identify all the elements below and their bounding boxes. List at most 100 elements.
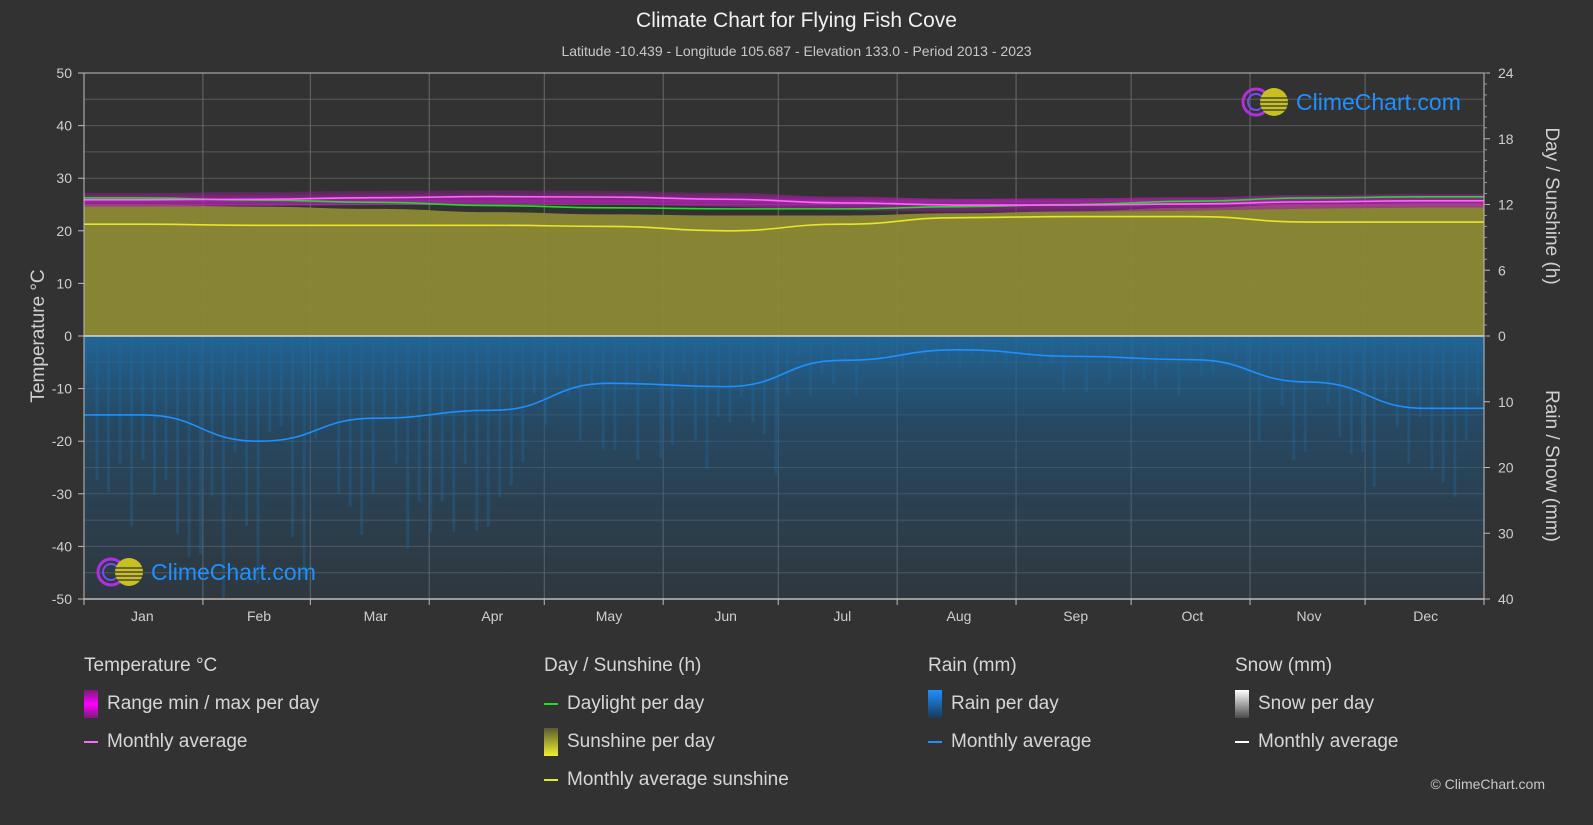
rain-day-bar (693, 336, 697, 441)
legend-label: Monthly average (1258, 731, 1399, 752)
month-label: Mar (364, 608, 388, 624)
rain-day-bar (716, 336, 720, 417)
rain-day-bar (1269, 336, 1273, 370)
rain-day-bar (521, 336, 525, 463)
rain-day-bar (279, 336, 283, 426)
legend-label: Snow per day (1258, 693, 1375, 714)
month-label: Nov (1297, 608, 1322, 624)
legend-item: Daylight per day (544, 690, 789, 718)
rain-day-bar (452, 336, 456, 533)
rain-day-bar (291, 336, 295, 537)
rain-day-bar (1039, 336, 1043, 367)
legend-item: Range min / max per day (84, 690, 319, 718)
legend-label: Monthly average (951, 731, 1092, 752)
rain-day-bar (187, 336, 191, 557)
month-label: Jun (714, 608, 737, 624)
legend-label: Monthly average sunshine (567, 769, 789, 790)
rain-day-bar (394, 336, 398, 464)
rain-day-bar (728, 336, 732, 423)
rain-day-bar (601, 336, 605, 450)
rain-day-bar (1384, 336, 1388, 398)
legend-title: Temperature °C (84, 655, 218, 676)
rain-day-bar (95, 336, 99, 481)
legend-item: Monthly average (928, 728, 1091, 756)
month-label: Dec (1413, 608, 1438, 624)
rain-day-bar (118, 336, 122, 464)
rain-day-bar (1464, 336, 1468, 441)
legend-title: Rain (mm) (928, 655, 1017, 676)
left-tick-label: -40 (52, 538, 72, 554)
rain-day-bar (877, 336, 881, 357)
rain-day-bar (1050, 336, 1054, 364)
legend-item: Sunshine per day (544, 728, 789, 756)
rain-day-bar (1188, 336, 1192, 363)
rain-day-bar (774, 336, 778, 475)
rain-day-bar (1349, 336, 1353, 454)
rain-day-bar (486, 336, 490, 527)
rain-day-bar (1016, 336, 1020, 348)
legend-snow: Snow (mm) Snow per day Monthly average (1235, 652, 1398, 766)
logo-top: ClimeChart.com (1240, 86, 1461, 118)
rain-day-bar (1280, 336, 1284, 407)
month-label: Apr (481, 608, 503, 624)
rain-day-bar (912, 336, 916, 345)
rain-day-bar (924, 336, 927, 364)
right-axis-title-bottom: Rain / Snow (mm) (1541, 390, 1562, 542)
month-label: Feb (247, 608, 271, 624)
snow-swatch (1235, 690, 1249, 718)
rain-day-bar (1154, 336, 1158, 390)
legend-item: Monthly average (84, 728, 319, 756)
rain-day-bar (440, 336, 444, 502)
rain-day-bar (371, 336, 375, 493)
left-tick-label: 10 (56, 275, 72, 291)
legend-label: Monthly average (107, 731, 248, 752)
rain-day-bar (348, 336, 352, 507)
rain-day-bar (866, 336, 870, 358)
rain-day-bar (854, 336, 858, 395)
rain-avg-swatch (928, 741, 942, 743)
rain-day-bar (1395, 336, 1399, 428)
rain-day-bar (670, 336, 674, 446)
rain-day-bar (647, 336, 651, 372)
legend-item: Rain per day (928, 690, 1091, 718)
rain-day-bar (1430, 336, 1434, 470)
rain-day-bar (785, 336, 789, 395)
right-top-tick-label: 24 (1498, 65, 1514, 81)
rain-day-bar (567, 336, 571, 397)
left-tick-label: 20 (56, 223, 72, 239)
rain-day-bar (314, 336, 318, 439)
rain-day-bar (302, 336, 306, 579)
rain-day-bar (532, 336, 536, 395)
left-tick-label: 0 (64, 328, 72, 344)
rain-day-bar (1338, 336, 1342, 437)
sunshine-swatch (544, 728, 558, 756)
rain-day-bar (210, 336, 214, 496)
right-top-tick-label: 6 (1498, 262, 1506, 278)
rain-day-bar (1453, 336, 1457, 498)
right-bottom-tick-label: 10 (1498, 394, 1514, 410)
climechart-logo-icon (96, 557, 143, 587)
rain-day-bar (751, 336, 755, 423)
legend-title: Day / Sunshine (h) (544, 655, 702, 676)
rain-day-bar (1418, 336, 1422, 418)
left-tick-label: 40 (56, 118, 72, 134)
month-label: Aug (947, 608, 972, 624)
rain-day-bar (705, 336, 709, 470)
logo-bottom: ClimeChart.com (95, 556, 316, 588)
rain-day-bar (1292, 336, 1296, 461)
rain-day-bar (1476, 336, 1480, 397)
rain-day-bar (1315, 336, 1319, 372)
rain-day-bar (325, 336, 329, 389)
rain-day-bar (590, 336, 594, 388)
month-label: Jul (833, 608, 851, 624)
rain-day-bar (613, 336, 617, 451)
right-bottom-tick-label: 40 (1498, 591, 1514, 607)
rain-day-bar (1177, 336, 1181, 396)
rain-day-bar (544, 336, 548, 425)
climechart-logo-icon (1241, 87, 1288, 117)
logo-text: ClimeChart.com (1296, 88, 1461, 115)
rain-day-bar (1142, 336, 1146, 380)
right-bottom-tick-label: 20 (1498, 460, 1514, 476)
rain-day-bar (463, 336, 467, 464)
left-axis-title: Temperature °C (28, 269, 49, 402)
